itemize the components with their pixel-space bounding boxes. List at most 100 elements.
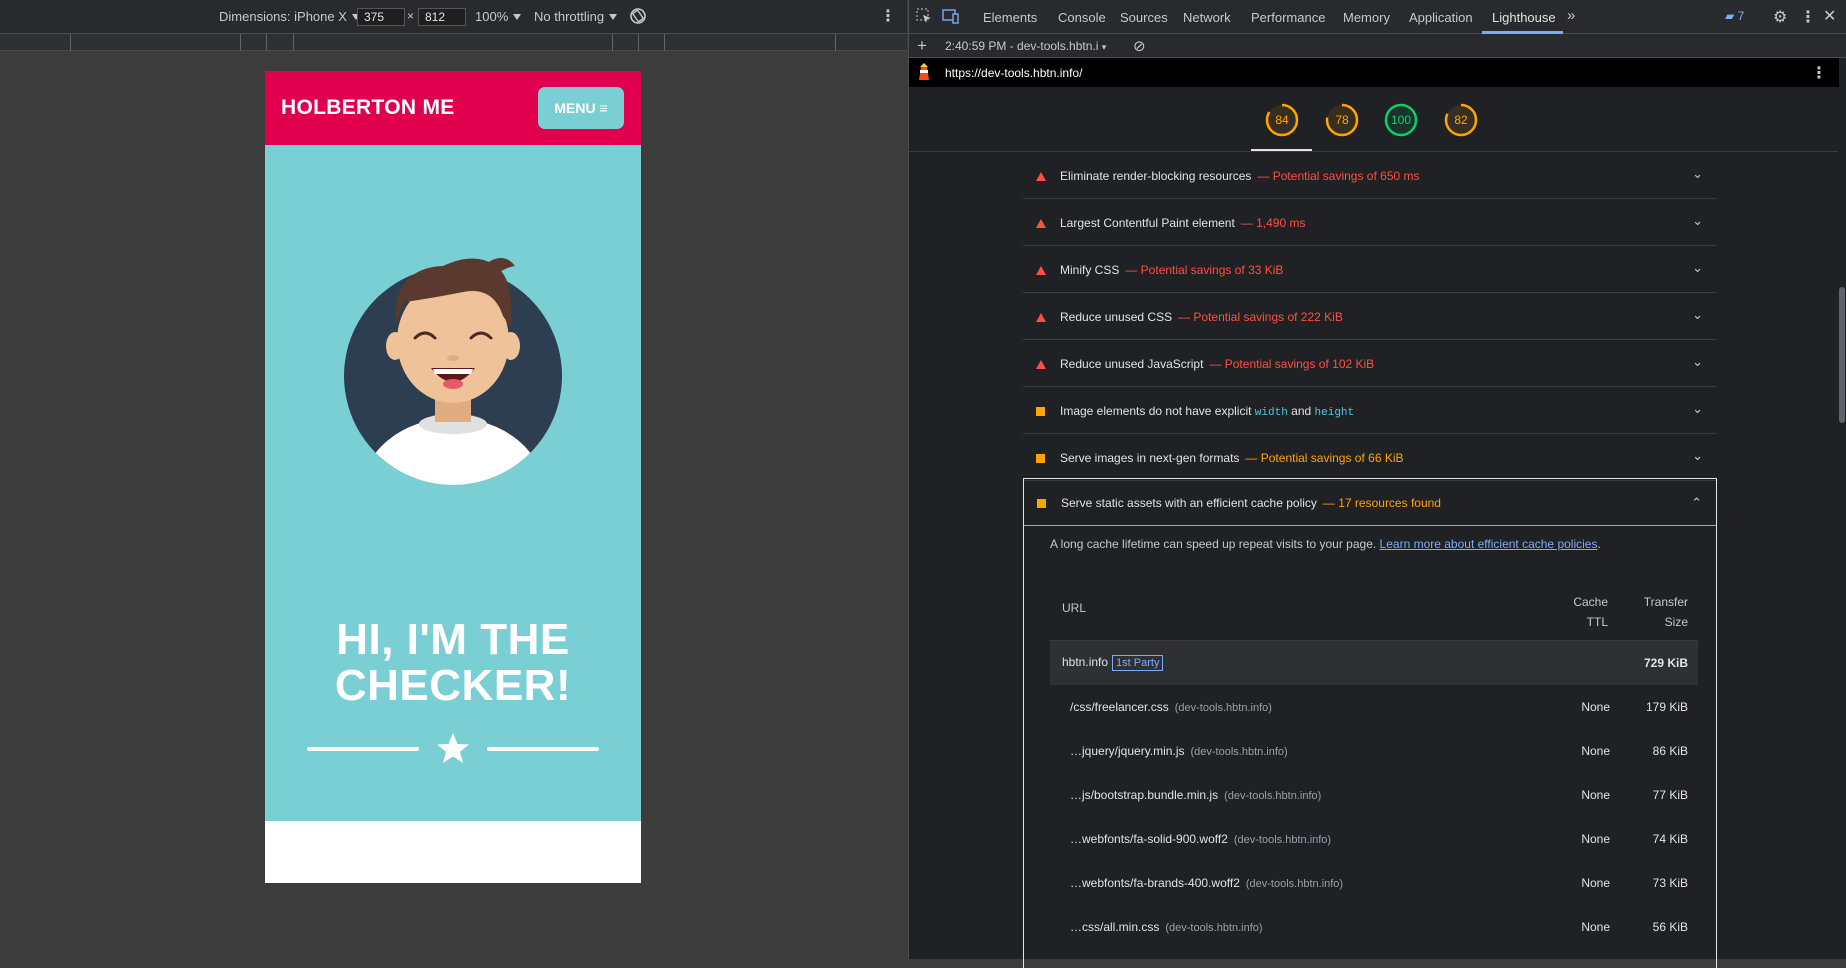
- tab-console[interactable]: Console: [1058, 10, 1106, 25]
- chevron-down-icon[interactable]: ⌄: [1692, 166, 1703, 182]
- gauge-score: 78: [1335, 113, 1349, 127]
- tab-network[interactable]: Network: [1183, 10, 1231, 25]
- more-options-icon[interactable]: ⋮: [1800, 7, 1816, 27]
- audit-item[interactable]: Image elements do not have explicit widt…: [1023, 387, 1717, 434]
- device-select-label: Dimensions: iPhone X: [219, 9, 347, 24]
- chevron-up-icon[interactable]: ⌃: [1691, 495, 1702, 511]
- rotate-icon[interactable]: [629, 6, 647, 29]
- resources-table: URL Cache TTL Transfer Size hbtn.info 1st…: [1050, 577, 1698, 949]
- audit-item[interactable]: Largest Contentful Paint element — 1,490 …: [1023, 199, 1717, 246]
- device-emulation-area: Dimensions: iPhone X 375 × 812 100% No t…: [0, 0, 907, 959]
- gauge-score: 100: [1390, 113, 1412, 127]
- gauge-score: 82: [1454, 113, 1468, 127]
- throttling-label: No throttling: [534, 9, 605, 24]
- report-select[interactable]: 2:40:59 PM - dev-tools.hbtn.i ▾: [945, 39, 1106, 53]
- hero-title-line: HI, I'M THE: [336, 615, 570, 664]
- group-size: 729 KiB: [1643, 656, 1688, 670]
- gauge-accessibility[interactable]: 78: [1325, 103, 1359, 137]
- report-menu-icon[interactable]: ⋮: [1811, 63, 1827, 83]
- table-row[interactable]: …webfonts/fa-brands-400.woff2 (dev-tools.…: [1050, 861, 1698, 905]
- chevron-down-icon[interactable]: ⌄: [1692, 213, 1703, 229]
- table-row[interactable]: /css/freelancer.css (dev-tools.hbtn.info)…: [1050, 685, 1698, 729]
- resource-host: (dev-tools.hbtn.info): [1233, 834, 1332, 846]
- tab-performance[interactable]: Performance: [1251, 10, 1325, 25]
- chevron-down-icon[interactable]: ⌄: [1692, 448, 1703, 464]
- settings-gear-icon[interactable]: ⚙: [1773, 7, 1787, 27]
- site-navbar: HOLBERTON ME MENU ≡: [265, 71, 641, 145]
- star-icon: [437, 733, 469, 763]
- resource-url: …js/bootstrap.bundle.min.js: [1070, 788, 1219, 802]
- hero-section: HI, I'M THE CHECKER!: [265, 145, 641, 821]
- report-toolbar: + 2:40:59 PM - dev-tools.hbtn.i ▾ ⊘: [909, 34, 1846, 58]
- report-url[interactable]: https://dev-tools.hbtn.info/: [945, 66, 1082, 80]
- chevron-down-icon[interactable]: ⌄: [1692, 354, 1703, 370]
- chevron-down-icon: ▾: [1101, 42, 1107, 52]
- chevron-down-icon: [609, 14, 618, 20]
- audit-item[interactable]: Reduce unused CSS — Potential savings of …: [1023, 293, 1717, 340]
- table-header: URL Cache TTL Transfer Size: [1050, 577, 1698, 641]
- throttling-select[interactable]: No throttling: [534, 9, 618, 24]
- ruler-tick: [638, 34, 639, 51]
- learn-more-link[interactable]: Learn more about efficient cache policie…: [1380, 537, 1598, 551]
- site-brand[interactable]: HOLBERTON ME: [281, 96, 455, 120]
- height-input[interactable]: 812: [418, 8, 466, 26]
- device-select[interactable]: Dimensions: iPhone X: [219, 9, 360, 24]
- width-input[interactable]: 375: [357, 8, 405, 26]
- table-row[interactable]: …jquery/jquery.min.js (dev-tools.hbtn.inf…: [1050, 729, 1698, 773]
- audit-item[interactable]: Serve images in next-gen formats — Potent…: [1023, 434, 1717, 481]
- device-toolbar: Dimensions: iPhone X 375 × 812 100% No t…: [0, 0, 907, 34]
- close-icon[interactable]: ✕: [1823, 6, 1836, 26]
- menu-button[interactable]: MENU ≡: [538, 87, 624, 129]
- issues-icon: ▰: [1725, 9, 1735, 23]
- gauge-best-practices[interactable]: 100: [1384, 103, 1418, 137]
- cache-ttl: None: [1581, 700, 1610, 714]
- transfer-size: 86 KiB: [1652, 744, 1688, 758]
- tab-lighthouse[interactable]: Lighthouse: [1492, 10, 1556, 25]
- more-tabs-icon[interactable]: »: [1567, 7, 1575, 24]
- issues-badge[interactable]: ▰ 7: [1725, 9, 1744, 23]
- description-period: .: [1597, 537, 1601, 551]
- clear-reports-icon[interactable]: ⊘: [1133, 37, 1146, 55]
- table-row[interactable]: …webfonts/fa-solid-900.woff2 (dev-tools.h…: [1050, 817, 1698, 861]
- zoom-label: 100%: [475, 9, 509, 24]
- chevron-down-icon[interactable]: ⌄: [1692, 307, 1703, 323]
- inspect-element-icon[interactable]: [916, 8, 932, 28]
- table-row[interactable]: …js/bootstrap.bundle.min.js (dev-tools.hb…: [1050, 773, 1698, 817]
- tab-application[interactable]: Application: [1409, 10, 1473, 25]
- table-row[interactable]: …css/all.min.css (dev-tools.hbtn.info) No…: [1050, 905, 1698, 949]
- gauge-seo[interactable]: 82: [1444, 103, 1478, 137]
- gauge-performance[interactable]: 84: [1265, 103, 1299, 137]
- audit-item-expanded[interactable]: Serve static assets with an efficient ca…: [1024, 479, 1716, 526]
- fail-triangle-icon: [1036, 219, 1046, 228]
- audit-item[interactable]: Minify CSS — Potential savings of 33 KiB …: [1023, 246, 1717, 293]
- audit-title: Serve static assets with an efficient ca…: [1061, 496, 1317, 510]
- device-toolbar-icon[interactable]: [942, 8, 960, 28]
- audit-title: Largest Contentful Paint element: [1060, 216, 1235, 230]
- scrollbar-thumb[interactable]: [1839, 287, 1845, 423]
- resource-url: …webfonts/fa-brands-400.woff2: [1070, 876, 1240, 890]
- add-report-icon[interactable]: +: [917, 36, 927, 56]
- more-options-icon[interactable]: ⋮: [880, 6, 896, 26]
- audit-description-text: A long cache lifetime can speed up repea…: [1050, 537, 1377, 551]
- tab-sources[interactable]: Sources: [1120, 10, 1168, 25]
- fail-triangle-icon: [1036, 266, 1046, 275]
- audit-display-value: — 1,490 ms: [1240, 216, 1306, 230]
- cache-ttl: None: [1581, 832, 1610, 846]
- col-size-line: Transfer: [1643, 595, 1688, 609]
- chevron-down-icon[interactable]: ⌄: [1692, 401, 1703, 417]
- tab-elements[interactable]: Elements: [983, 10, 1037, 25]
- chevron-down-icon[interactable]: ⌄: [1692, 260, 1703, 276]
- audit-item[interactable]: Reduce unused JavaScript — Potential savi…: [1023, 340, 1717, 387]
- audit-list: Eliminate render-blocking resources — Pot…: [1023, 152, 1717, 481]
- average-square-icon: [1037, 499, 1046, 508]
- audit-title: Reduce unused CSS: [1060, 310, 1173, 324]
- ruler-tick: [835, 34, 836, 51]
- zoom-select[interactable]: 100%: [475, 9, 522, 24]
- scrollbar[interactable]: [1838, 87, 1846, 959]
- audit-item[interactable]: Eliminate render-blocking resources — Pot…: [1023, 152, 1717, 199]
- fail-triangle-icon: [1036, 172, 1046, 181]
- audit-description: A long cache lifetime can speed up repea…: [1050, 537, 1601, 551]
- tab-memory[interactable]: Memory: [1343, 10, 1390, 25]
- media-query-ruler: [0, 34, 907, 51]
- transfer-size: 74 KiB: [1652, 832, 1688, 846]
